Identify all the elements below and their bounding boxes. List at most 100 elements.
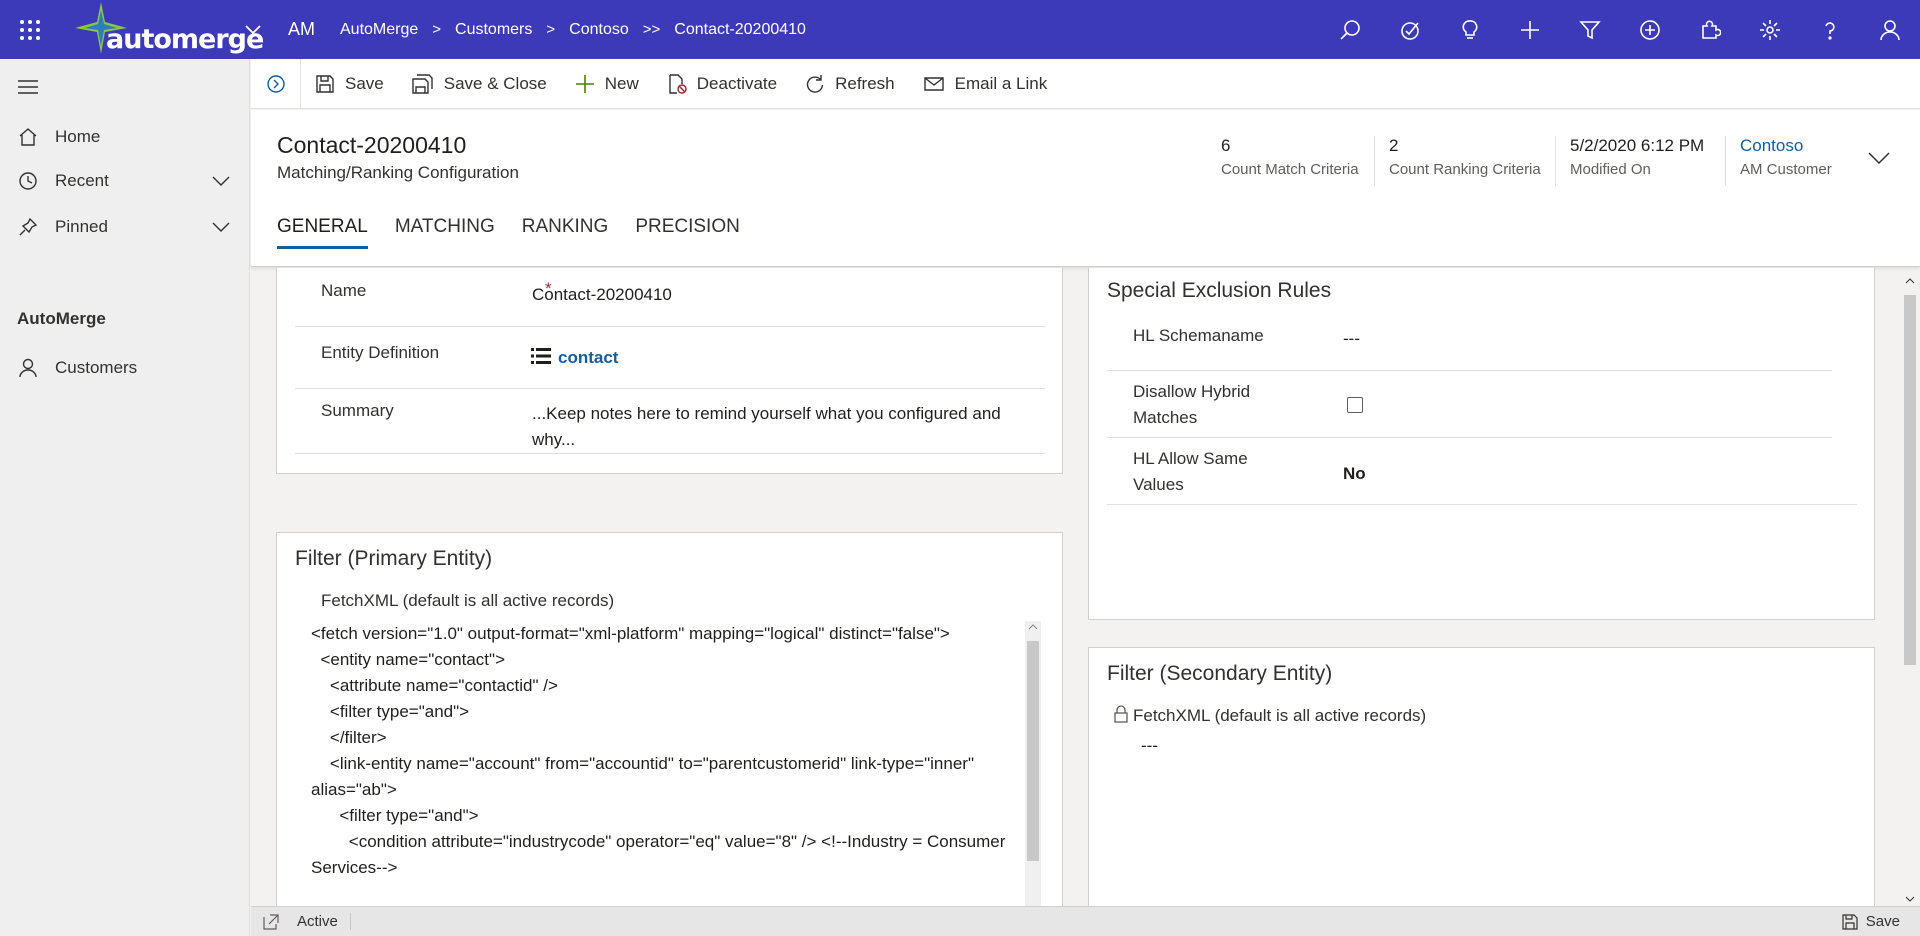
breadcrumb-separator: > [432, 21, 442, 38]
fetchxml-textarea[interactable]: <fetch version="1.0" output-format="xml-… [311, 621, 1016, 881]
am-customer-link[interactable]: Contoso [1740, 136, 1832, 156]
email-icon [923, 74, 945, 94]
breadcrumb-separator: >> [642, 21, 661, 38]
chevron-down-icon[interactable] [212, 176, 230, 186]
name-field[interactable]: Contact-20200410 [532, 285, 672, 305]
form-tabs: GENERAL MATCHING RANKING PRECISION [277, 216, 767, 249]
user-icon[interactable] [1860, 0, 1920, 59]
field-row-disallow-hybrid: Disallow Hybrid Matches [1107, 371, 1832, 438]
help-icon[interactable] [1800, 0, 1860, 59]
sidebar-item-pinned[interactable]: Pinned [0, 205, 250, 249]
field-row-hl-allow-same: HL Allow Same Values No [1107, 438, 1857, 505]
section-title: Special Exclusion Rules [1107, 279, 1332, 302]
field-row-summary: Summary ...Keep notes here to remind you… [295, 389, 1045, 454]
status-bar: Active Save [251, 906, 1920, 936]
home-icon [0, 127, 55, 147]
form-content: Name * Contact-20200410 Entity Definitio… [251, 268, 1901, 906]
save-close-button[interactable]: Save & Close [398, 59, 561, 109]
field-label: HL Allow Same Values [1133, 449, 1248, 494]
field-label: Name [321, 281, 367, 300]
lightbulb-icon[interactable] [1440, 0, 1500, 59]
section-title: Filter (Primary Entity) [295, 547, 493, 570]
header-field-label: Modified On [1570, 161, 1651, 178]
header-field-modified-on: 5/2/2020 6:12 PM Modified On [1555, 136, 1704, 186]
scrollbar-thumb[interactable] [1027, 641, 1039, 861]
header-field-value: 2 [1389, 136, 1399, 155]
breadcrumb-automerge[interactable]: AutoMerge [340, 21, 418, 39]
general-section: Name * Contact-20200410 Entity Definitio… [276, 268, 1063, 474]
chevron-down-icon[interactable] [1868, 152, 1890, 164]
entity-definition-link[interactable]: contact [558, 348, 618, 368]
save-button[interactable]: Save [301, 59, 398, 109]
app-abbreviation[interactable]: AM [288, 19, 315, 40]
scrollbar[interactable] [1025, 621, 1041, 906]
settings-icon[interactable] [1740, 0, 1800, 59]
new-button[interactable]: New [561, 59, 653, 109]
header-field-match-count: 6 Count Match Criteria [1221, 136, 1359, 186]
expand-icon[interactable] [251, 58, 301, 109]
field-row-hl-schemaname: HL Schemaname --- [1107, 309, 1832, 371]
breadcrumb-customers[interactable]: Customers [455, 21, 532, 39]
entity-icon [531, 347, 551, 365]
sidebar-item-recent[interactable]: Recent [0, 159, 250, 203]
header-field-am-customer: Contoso AM Customer [1725, 136, 1832, 186]
breadcrumb-separator: > [546, 21, 556, 38]
filter-primary-section: Filter (Primary Entity) FetchXML (defaul… [276, 532, 1063, 906]
deactivate-button[interactable]: Deactivate [653, 59, 791, 109]
command-bar: Save Save & Close New Deactivate Refresh… [251, 58, 1920, 109]
save-close-icon [412, 73, 434, 94]
footer-save-label: Save [1865, 913, 1900, 930]
field-label: Summary [321, 401, 394, 420]
refresh-button[interactable]: Refresh [791, 59, 909, 109]
plus-icon [575, 74, 595, 94]
email-link-label: Email a Link [954, 73, 1048, 93]
header-field-label: AM Customer [1740, 161, 1832, 178]
automerge-logo[interactable]: automerge [69, 0, 264, 59]
filter-icon[interactable] [1560, 0, 1620, 59]
top-nav-bar: automerge AM AutoMerge > Customers > Con… [0, 0, 1920, 59]
record-status: Active [297, 913, 351, 930]
save-icon [1842, 913, 1858, 930]
header-field-value: 6 [1221, 136, 1231, 155]
hamburger-icon[interactable] [0, 80, 55, 94]
sidebar-item-customers[interactable]: Customers [0, 346, 250, 390]
clock-icon [0, 171, 55, 191]
breadcrumb: AutoMerge > Customers > Contoso >> Conta… [340, 21, 806, 39]
sidebar-toggle[interactable] [0, 65, 250, 109]
sidebar-item-label: Home [55, 127, 101, 146]
pin-icon [0, 217, 55, 237]
email-link-button[interactable]: Email a Link [909, 59, 1062, 109]
footer-save-button[interactable]: Save [1842, 913, 1900, 930]
app-launcher-icon[interactable] [0, 0, 59, 59]
hl-allow-same-field[interactable]: No [1343, 464, 1366, 484]
sidebar-item-label: Recent [55, 171, 109, 190]
open-in-window-icon[interactable] [263, 913, 279, 930]
task-icon[interactable] [1380, 0, 1440, 59]
logo-text: automerge [106, 24, 264, 55]
tab-precision[interactable]: PRECISION [635, 216, 740, 249]
plus-icon[interactable] [1500, 0, 1560, 59]
secondary-fetchxml-field[interactable]: --- [1141, 736, 1158, 756]
page-scrollbar[interactable] [1902, 275, 1918, 905]
person-icon [0, 358, 55, 378]
breadcrumb-contoso[interactable]: Contoso [569, 21, 629, 39]
tab-ranking[interactable]: RANKING [522, 216, 609, 249]
chevron-down-icon[interactable] [212, 222, 230, 232]
add-circle-icon[interactable] [1620, 0, 1680, 59]
field-label: Disallow Hybrid Matches [1133, 382, 1251, 427]
tab-general[interactable]: GENERAL [277, 216, 368, 249]
checkbox-box[interactable] [1347, 397, 1363, 413]
header-field-ranking-count: 2 Count Ranking Criteria [1374, 136, 1541, 186]
search-icon[interactable] [1320, 0, 1380, 59]
disallow-hybrid-checkbox[interactable] [1347, 397, 1363, 413]
save-icon [315, 74, 335, 94]
sidebar-item-home[interactable]: Home [0, 115, 250, 159]
scrollbar-thumb[interactable] [1904, 295, 1916, 665]
hl-schemaname-field[interactable]: --- [1343, 329, 1360, 349]
summary-field[interactable]: ...Keep notes here to remind yourself wh… [532, 401, 1032, 453]
tab-matching[interactable]: MATCHING [395, 216, 495, 249]
puzzle-icon[interactable] [1680, 0, 1740, 59]
lock-icon [1113, 705, 1129, 723]
save-close-label: Save & Close [443, 73, 547, 93]
deactivate-label: Deactivate [696, 73, 778, 93]
